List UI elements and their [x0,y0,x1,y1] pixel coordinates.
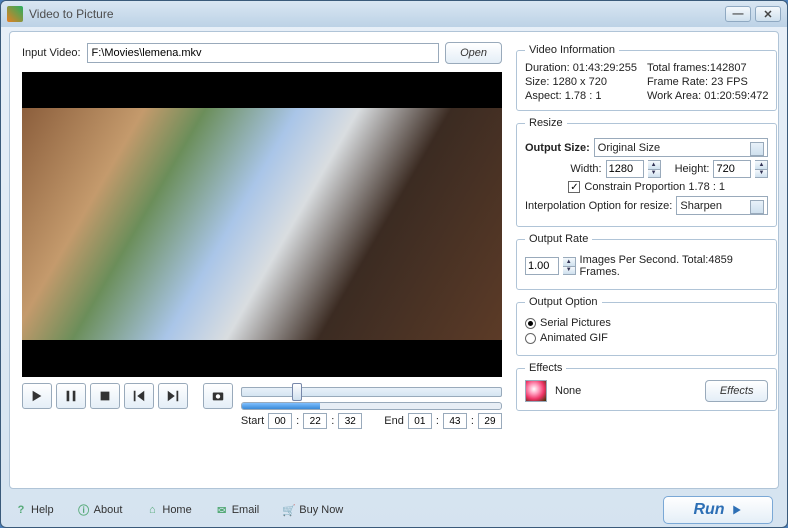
email-link[interactable]: ✉Email [216,504,260,516]
seek-slider[interactable] [241,387,502,397]
window-title: Video to Picture [29,7,721,21]
resize-legend: Resize [525,117,567,129]
app-icon [7,6,23,22]
effect-thumbnail [525,380,547,402]
open-button[interactable]: Open [445,42,502,64]
workarea-value: 01:20:59:472 [704,90,768,102]
end-ss[interactable] [478,413,502,429]
about-icon: ⓘ [78,504,90,516]
close-button[interactable]: ✕ [755,6,781,22]
outputsize-select[interactable]: Original Size [594,138,769,157]
interp-select[interactable]: Sharpen [676,196,768,215]
prev-button[interactable] [124,383,154,409]
output-option-legend: Output Option [525,296,602,308]
height-input[interactable] [713,160,751,178]
height-spinner[interactable]: ▲▼ [755,160,768,178]
home-link[interactable]: ⌂Home [146,504,191,516]
constrain-checkbox[interactable]: ✓ [568,181,580,193]
rate-input[interactable] [525,257,559,275]
play-button[interactable] [22,383,52,409]
content-area: Input Video: Open [9,31,779,489]
start-ss[interactable] [338,413,362,429]
output-option-group: Output Option Serial Pictures Animated G… [516,296,777,356]
constrain-label: Constrain Proportion 1.78 : 1 [584,181,725,193]
end-hh[interactable] [408,413,432,429]
email-icon: ✉ [216,504,228,516]
end-mm[interactable] [443,413,467,429]
app-window: Video to Picture — ✕ Input Video: Open [0,0,788,528]
output-rate-legend: Output Rate [525,233,592,245]
effect-value: None [555,385,697,397]
run-button[interactable]: Run [663,496,773,524]
interp-label: Interpolation Option for resize: [525,200,672,212]
effects-button[interactable]: Effects [705,380,769,402]
work-range-fill [242,403,320,409]
cart-icon: 🛒 [283,504,295,516]
work-range-bar[interactable] [241,402,502,410]
video-info-legend: Video Information [525,44,619,56]
start-label: Start [241,415,264,427]
output-rate-group: Output Rate ▲▼ Images Per Second. Total:… [516,233,777,290]
rate-text: Images Per Second. Total:4859 Frames. [580,254,769,278]
pause-button[interactable] [56,383,86,409]
seek-thumb[interactable] [292,383,302,401]
framerate-value: 23 FPS [711,76,748,88]
minimize-button[interactable]: — [725,6,751,22]
snapshot-button[interactable] [203,383,233,409]
about-link[interactable]: ⓘAbout [78,504,123,516]
size-value: 1280 x 720 [553,76,607,88]
home-icon: ⌂ [146,504,158,516]
titlebar[interactable]: Video to Picture — ✕ [1,1,787,27]
footer: ?Help ⓘAbout ⌂Home ✉Email 🛒Buy Now Run [1,493,787,527]
video-preview[interactable] [22,72,502,377]
duration-value: 01:43:29:255 [573,62,637,74]
serial-radio[interactable] [525,318,536,329]
buy-link[interactable]: 🛒Buy Now [283,504,343,516]
stop-button[interactable] [90,383,120,409]
gif-radio[interactable] [525,333,536,344]
gif-label: Animated GIF [540,332,608,344]
help-link[interactable]: ?Help [15,504,54,516]
serial-label: Serial Pictures [540,317,611,329]
end-label: End [384,415,404,427]
start-mm[interactable] [303,413,327,429]
rate-spinner[interactable]: ▲▼ [563,257,576,275]
video-info-group: Video Information Duration: 01:43:29:255… [516,44,777,111]
totalframes-value: 142807 [710,62,747,74]
resize-group: Resize Output Size: Original Size Width:… [516,117,777,227]
input-video-label: Input Video: [22,47,81,59]
width-spinner[interactable]: ▲▼ [648,160,661,178]
width-input[interactable] [606,160,644,178]
video-frame-placeholder [22,108,502,340]
aspect-value: 1.78 : 1 [565,90,602,102]
help-icon: ? [15,504,27,516]
width-label: Width: [570,163,601,175]
next-button[interactable] [158,383,188,409]
effects-legend: Effects [525,362,566,374]
start-hh[interactable] [268,413,292,429]
height-label: Height: [675,163,710,175]
effects-group: Effects None Effects [516,362,777,411]
left-panel: Input Video: Open [22,42,502,478]
input-video-field[interactable] [87,43,440,63]
right-panel: Video Information Duration: 01:43:29:255… [516,42,777,478]
outputsize-label: Output Size: [525,142,590,154]
